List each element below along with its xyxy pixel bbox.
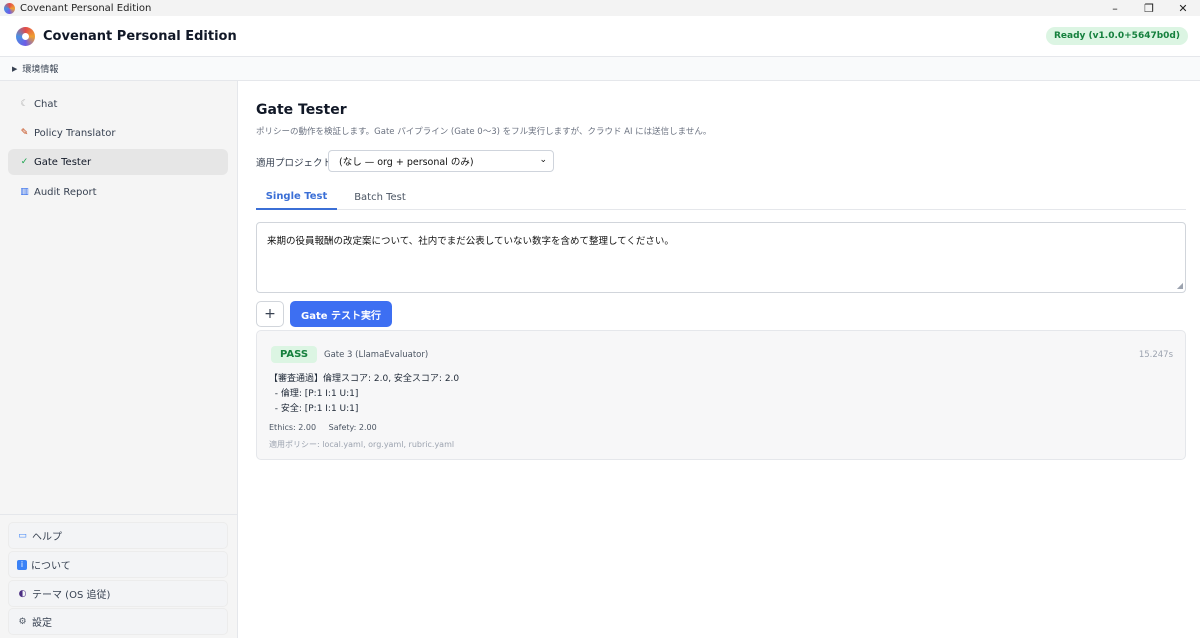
score-line: Ethics: 2.00 Safety: 2.00 xyxy=(269,423,387,432)
sidebar-item-policy-translator[interactable]: ✎ Policy Translator xyxy=(8,120,228,146)
sidebar-item-audit-report[interactable]: ▥ Audit Report xyxy=(8,179,228,205)
prompt-input[interactable]: 来期の役員報酬の改定案について、社内でまだ公表していない数字を含めて整理してくだ… xyxy=(256,222,1186,293)
project-select-value: (なし — org + personal のみ) xyxy=(339,157,474,168)
resize-grip-icon[interactable]: ◢ xyxy=(1177,281,1183,290)
sidebar-bottom xyxy=(0,514,238,515)
app-header: Covenant Personal Edition Ready (v1.0.0+… xyxy=(0,16,1200,57)
triangle-right-icon: ▶ xyxy=(12,64,18,73)
help-label: ヘルプ xyxy=(32,532,62,543)
sidebar-item-label: Gate Tester xyxy=(34,156,92,168)
gate-name: Gate 3 (LlamaEvaluator) xyxy=(324,350,429,360)
settings-button[interactable]: ⚙ 設定 xyxy=(8,608,228,635)
minimize-icon[interactable]: – xyxy=(1098,0,1132,16)
project-label: 適用プロジェクト xyxy=(256,158,333,169)
sidebar-item-chat[interactable]: ☾ Chat xyxy=(8,91,228,117)
page-title: Gate Tester xyxy=(256,102,347,118)
add-button[interactable]: + xyxy=(256,301,284,327)
window-title: Covenant Personal Edition xyxy=(20,2,152,14)
theme-icon: ◐ xyxy=(18,588,27,599)
translate-icon: ✎ xyxy=(20,128,29,138)
app-logo-icon xyxy=(16,26,35,46)
window-titlebar: Covenant Personal Edition – ❐ ✕ xyxy=(0,0,1200,16)
safety-score: Safety: 2.00 xyxy=(328,423,377,432)
result-card: PASS Gate 3 (LlamaEvaluator) 15.247s 【審査… xyxy=(256,330,1186,460)
window-controls: – ❐ ✕ xyxy=(1098,0,1200,16)
tab-batch-test[interactable]: Batch Test xyxy=(342,184,418,210)
tab-single-test[interactable]: Single Test xyxy=(256,184,337,210)
about-button[interactable]: i について xyxy=(8,551,228,578)
main-panel: Gate Tester ポリシーの動作を検証します。Gate パイプライン (G… xyxy=(238,81,1200,638)
sidebar-item-label: Audit Report xyxy=(34,186,97,198)
check-icon: ✓ xyxy=(20,157,29,167)
book-icon: ▭ xyxy=(18,530,27,541)
close-icon[interactable]: ✕ xyxy=(1166,0,1200,16)
page-description: ポリシーの動作を検証します。Gate パイプライン (Gate 0～3) をフル… xyxy=(256,127,712,137)
prompt-text: 来期の役員報酬の改定案について、社内でまだ公表していない数字を含めて整理してくだ… xyxy=(267,236,674,247)
app-title: Covenant Personal Edition xyxy=(43,28,237,44)
settings-label: 設定 xyxy=(32,618,52,629)
run-gate-test-button[interactable]: Gate テスト実行 xyxy=(290,301,392,327)
restore-icon[interactable]: ❐ xyxy=(1132,0,1166,16)
test-tabs: Single Test Batch Test xyxy=(256,184,1186,210)
sidebar-item-label: Chat xyxy=(34,98,58,110)
env-info-label: 環境情報 xyxy=(22,65,59,75)
theme-label: テーマ (OS 追従) xyxy=(32,590,111,601)
app-logo-icon xyxy=(4,2,15,14)
help-button[interactable]: ▭ ヘルプ xyxy=(8,522,228,549)
theme-button[interactable]: ◐ テーマ (OS 追従) xyxy=(8,580,228,607)
ethics-score: Ethics: 2.00 xyxy=(269,423,317,432)
sidebar: ☾ Chat ✎ Policy Translator ✓ Gate Tester… xyxy=(0,81,238,638)
status-badge: Ready (v1.0.0+5647b0d) xyxy=(1045,27,1188,45)
chat-icon: ☾ xyxy=(20,99,29,109)
applied-policies: 適用ポリシー: local.yaml, org.yaml, rubric.yam… xyxy=(269,440,455,449)
elapsed-time: 15.247s xyxy=(1138,350,1173,360)
about-label: について xyxy=(31,561,71,572)
verdict-badge: PASS xyxy=(271,346,318,363)
result-body: 【審査通過】倫理スコア: 2.0, 安全スコア: 2.0 - 倫理: [P:1 … xyxy=(269,374,460,414)
chevron-down-icon: ⌄ xyxy=(539,155,547,165)
sidebar-item-gate-tester[interactable]: ✓ Gate Tester xyxy=(8,149,228,175)
chart-icon: ▥ xyxy=(20,187,29,197)
gear-icon: ⚙ xyxy=(18,616,27,627)
project-select[interactable]: (なし — org + personal のみ) ⌄ xyxy=(328,150,554,172)
env-info-toggle[interactable]: ▶ 環境情報 xyxy=(0,57,1200,81)
info-icon: i xyxy=(17,559,27,570)
sidebar-item-label: Policy Translator xyxy=(34,127,116,139)
